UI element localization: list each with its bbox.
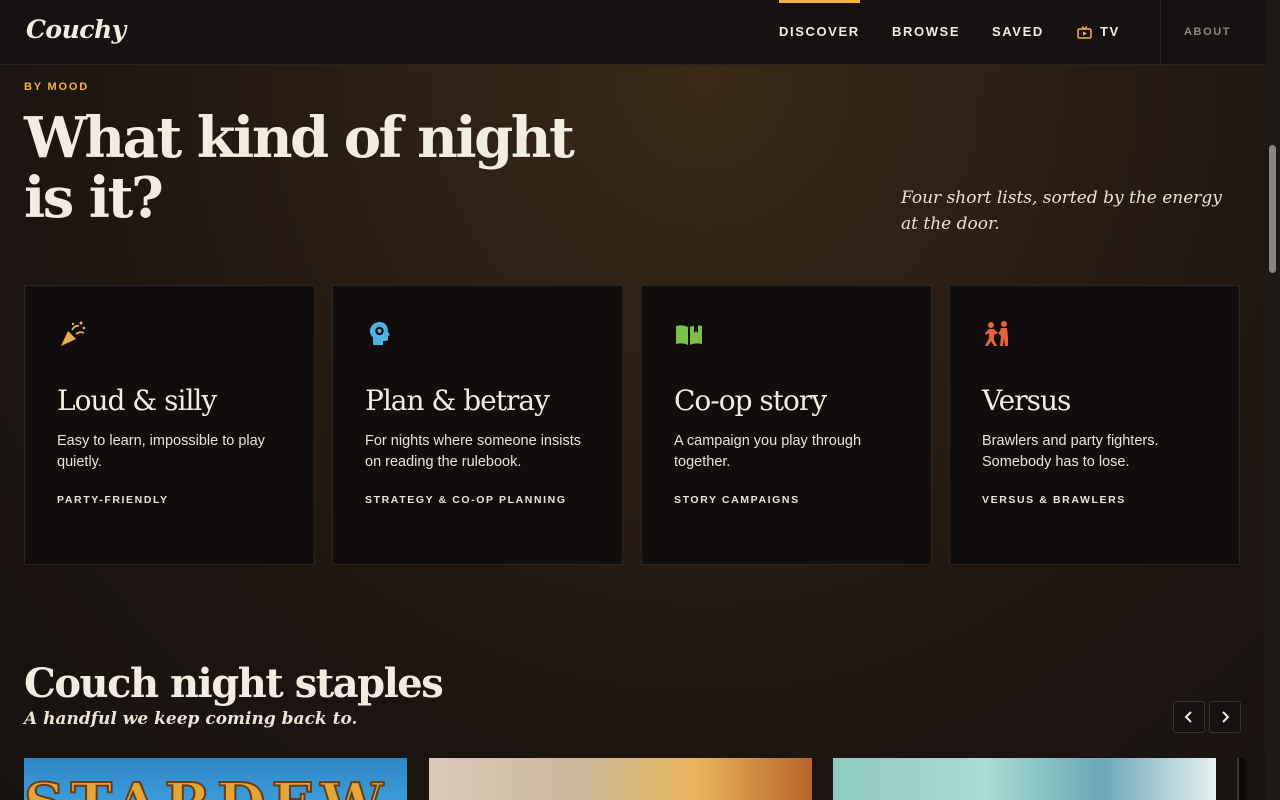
hero-subtitle: Four short lists, sorted by the energy a… (901, 188, 1222, 234)
mood-tag: VERSUS & BRAWLERS (982, 494, 1126, 506)
mood-tag: STORY CAMPAIGNS (674, 494, 800, 506)
mood-description: Brawlers and party fighters. Somebody ha… (982, 433, 1159, 470)
staples-subtitle: A handful we keep coming back to. (24, 709, 358, 729)
chevron-right-icon (1222, 711, 1230, 723)
tv-icon (1077, 25, 1092, 39)
mood-card-co-op-story[interactable]: Co-op story A campaign you play through … (641, 285, 932, 565)
nav-browse[interactable]: BROWSE (892, 0, 960, 64)
nav-about[interactable]: ABOUT (1184, 0, 1231, 64)
mood-card-versus[interactable]: Versus Brawlers and party fighters. Some… (949, 285, 1240, 565)
staples-title: Couch night staples (24, 660, 444, 707)
page-title: What kind of night is it? (24, 105, 575, 231)
nav-tv-label: TV (1100, 24, 1120, 39)
mood-description: Easy to learn, impossible to play quietl… (57, 433, 265, 470)
mood-title: Co-op story (674, 384, 827, 417)
mood-tag: PARTY-FRIENDLY (57, 494, 169, 506)
mood-description: A campaign you play through together. (674, 433, 862, 470)
nav-divider (1160, 0, 1161, 64)
game-thumbnail[interactable]: STARDEW (24, 758, 407, 800)
brain-gear-icon (370, 322, 390, 345)
mood-card-plan-betray[interactable]: Plan & betray For nights where someone i… (332, 285, 623, 565)
mood-title: Plan & betray (365, 384, 550, 417)
game-thumbnail[interactable] (833, 758, 1216, 800)
game-thumbnail[interactable] (1237, 758, 1245, 800)
section-eyebrow: BY MOOD (24, 81, 89, 93)
open-book-icon (676, 324, 702, 345)
page-scrollbar[interactable] (1265, 0, 1280, 800)
site-logo[interactable]: Couchy (26, 15, 126, 44)
scrollbar-thumb[interactable] (1269, 145, 1276, 273)
fighters-icon (985, 321, 1008, 346)
nav-tv[interactable]: TV (1077, 0, 1120, 64)
carousel-prev-button[interactable] (1173, 701, 1205, 733)
nav-saved[interactable]: SAVED (992, 0, 1044, 64)
chevron-left-icon (1184, 711, 1192, 723)
mood-title: Versus (982, 384, 1071, 417)
mood-description: For nights where someone insists on read… (365, 433, 581, 470)
top-nav: Couchy DISCOVER BROWSE SAVED TV ABOUT (0, 0, 1265, 65)
party-popper-icon (61, 321, 86, 346)
game-thumbnail[interactable] (429, 758, 812, 800)
carousel-next-button[interactable] (1209, 701, 1241, 733)
nav-discover[interactable]: DISCOVER (779, 0, 860, 64)
mood-title: Loud & silly (57, 384, 217, 417)
game-thumbnail-logo: STARDEW (24, 775, 389, 800)
mood-card-loud-silly[interactable]: Loud & silly Easy to learn, impossible t… (24, 285, 315, 565)
mood-tag: STRATEGY & CO-OP PLANNING (365, 494, 567, 506)
